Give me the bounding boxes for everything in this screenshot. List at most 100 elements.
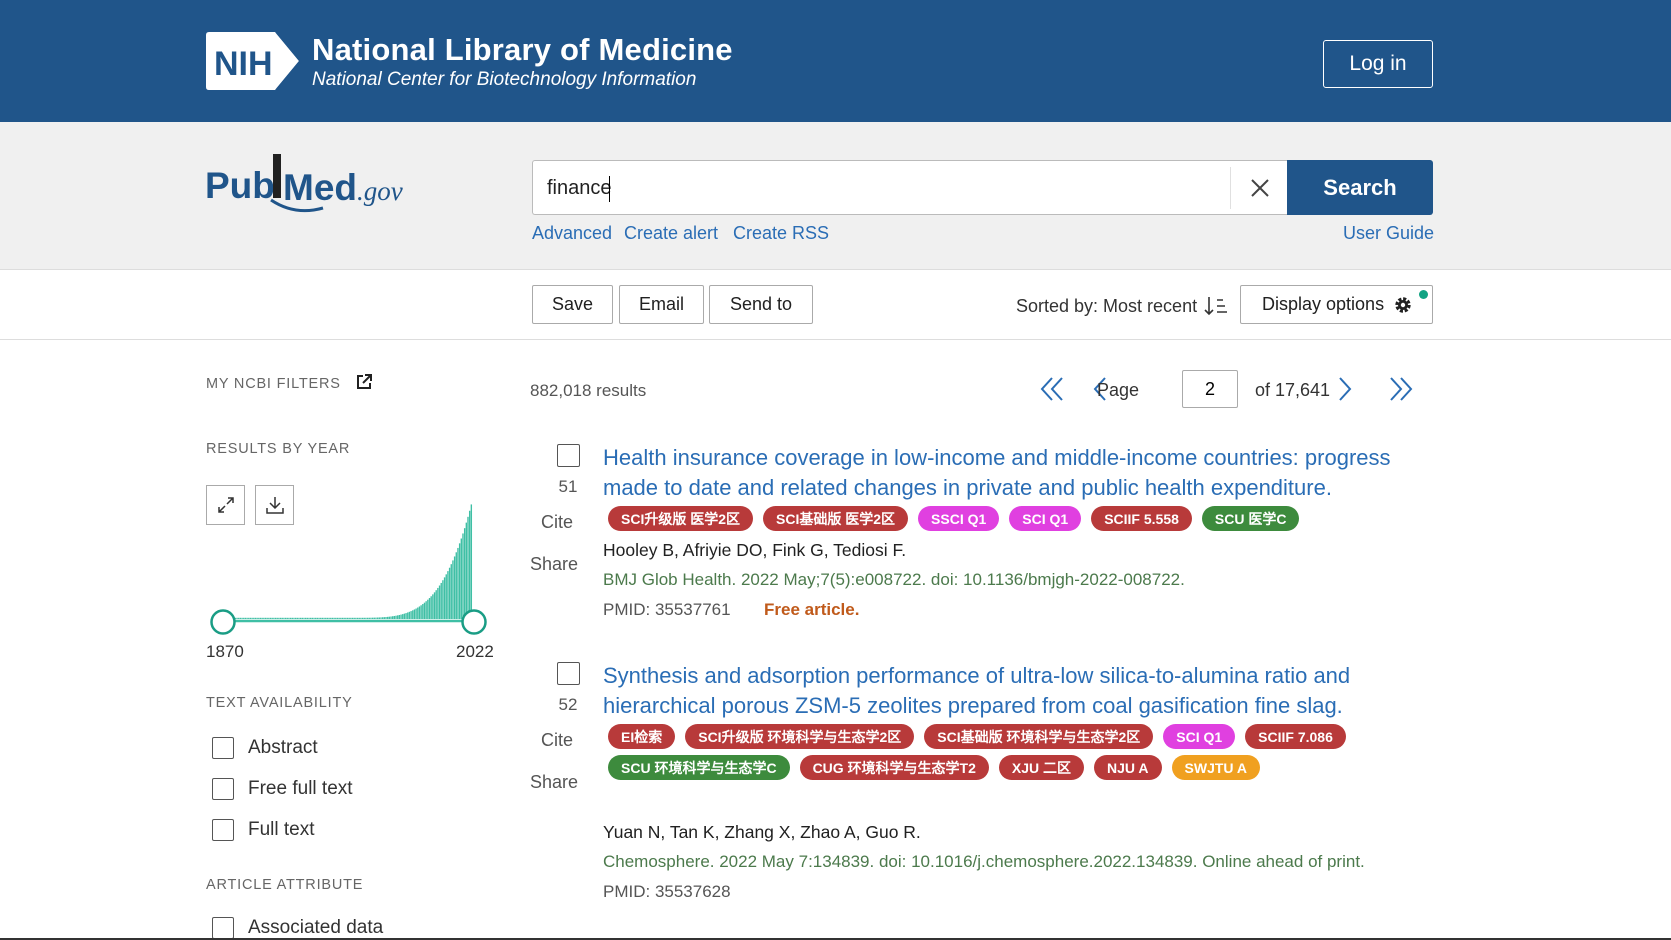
checkbox[interactable]: [212, 737, 234, 759]
login-button[interactable]: Log in: [1323, 40, 1433, 88]
rank-badge: SCU 医学C: [1201, 506, 1300, 531]
rank-badge: SCI基础版 医学2区: [763, 506, 909, 531]
cite-button[interactable]: Cite: [541, 730, 573, 751]
result-authors: Yuan N, Tan K, Zhang X, Zhao A, Guo R.: [603, 822, 921, 842]
rank-badge: SCI升级版 医学2区: [608, 506, 754, 531]
filter-free-full-text[interactable]: Free full text: [212, 778, 353, 800]
checkbox[interactable]: [212, 778, 234, 800]
rank-badge: SCIIF 7.086: [1245, 724, 1346, 749]
nih-logo[interactable]: NIH: [205, 30, 303, 92]
journal-rank-badges: SCI升级版 医学2区 SCI基础版 医学2区 SSCI Q1 SCI Q1 SCIIF…: [608, 506, 1428, 531]
gear-icon: [1395, 296, 1411, 313]
year-start-label: 1870: [206, 642, 244, 661]
search-input[interactable]: [547, 173, 1167, 203]
create-alert-link[interactable]: Create alert: [624, 223, 718, 244]
result-number: 52: [558, 695, 578, 714]
svg-text:Pub: Pub: [205, 165, 275, 206]
clear-search-button[interactable]: [1233, 161, 1287, 214]
histogram-bar: [468, 510, 471, 619]
share-button[interactable]: Share: [530, 772, 578, 793]
create-rss-link[interactable]: Create RSS: [733, 223, 829, 244]
filter-label: Free full text: [248, 778, 353, 799]
text-caret: [609, 176, 610, 202]
filter-full-text[interactable]: Full text: [212, 819, 315, 841]
next-page-button[interactable]: [1330, 370, 1360, 408]
page-label: Page: [1097, 380, 1140, 400]
result-pmid: PMID: 35537628: [603, 882, 731, 901]
histogram-bar: [465, 522, 468, 619]
search-button[interactable]: Search: [1287, 160, 1433, 215]
histogram-bars: [223, 504, 474, 619]
advanced-link[interactable]: Advanced: [532, 223, 612, 244]
page-number-input[interactable]: [1182, 370, 1238, 408]
sort-control[interactable]: Sorted by: Most recent: [1016, 295, 1229, 317]
year-range-slider[interactable]: [206, 608, 496, 638]
free-article-label: Free article.: [764, 600, 860, 619]
notification-dot: [1419, 290, 1428, 299]
title-line: made to date and related changes in priv…: [603, 475, 1332, 500]
close-icon: [1251, 178, 1269, 197]
display-options-button[interactable]: Display options: [1240, 285, 1433, 324]
my-ncbi-filters-label: MY NCBI FILTERS: [206, 376, 341, 392]
chevron-right-icon: [1339, 377, 1352, 401]
rank-badge: SCIIF 5.558: [1091, 506, 1192, 531]
rank-badge: XJU 二区: [998, 755, 1085, 780]
search-box: [532, 160, 1287, 215]
my-ncbi-filters-heading[interactable]: MY NCBI FILTERS: [206, 374, 372, 392]
last-page-button[interactable]: [1381, 370, 1421, 408]
results-by-year-histogram[interactable]: [206, 485, 496, 625]
rank-badge: CUG 环境科学与生态学T2: [799, 755, 989, 780]
save-button[interactable]: Save: [532, 285, 613, 324]
results-count: 882,018 results: [530, 381, 647, 400]
external-link-icon[interactable]: [356, 374, 372, 390]
result-title-link[interactable]: Health insurance coverage in low-income …: [603, 443, 1433, 503]
rank-badge: SCI升级版 环境科学与生态学2区: [685, 724, 915, 749]
page-total: of 17,641: [1255, 380, 1331, 400]
filter-associated-data[interactable]: Associated data: [212, 917, 383, 939]
pubmed-logo[interactable]: Pub Med .gov: [205, 150, 435, 220]
year-end-handle[interactable]: [461, 609, 487, 635]
result-pmid: PMID: 35537761: [603, 600, 731, 619]
ncbi-subtitle: National Center for Biotechnology Inform…: [312, 69, 697, 90]
first-page-button[interactable]: [1032, 370, 1072, 408]
result-journal-citation: BMJ Glob Health. 2022 May;7(5):e008722. …: [603, 570, 1185, 589]
result-authors: Hooley B, Afriyie DO, Fink G, Tediosi F.: [603, 540, 907, 560]
nlm-title[interactable]: National Library of Medicine: [312, 32, 733, 68]
filter-label: Full text: [248, 819, 315, 840]
share-button[interactable]: Share: [530, 554, 578, 575]
result-checkbox[interactable]: [557, 662, 580, 685]
rank-badge: SWJTU A: [1171, 755, 1261, 780]
article-attribute-heading: ARTICLE ATTRIBUTE: [206, 877, 364, 893]
double-chevron-right-icon: [1390, 377, 1413, 401]
result-title-link[interactable]: Synthesis and adsorption performance of …: [603, 661, 1433, 721]
rank-badge: SSCI Q1: [918, 506, 1000, 531]
title-line: Synthesis and adsorption performance of …: [603, 663, 1351, 688]
checkbox[interactable]: [212, 819, 234, 841]
filter-label: Abstract: [248, 737, 318, 758]
checkbox[interactable]: [212, 917, 234, 939]
result-number: 51: [558, 477, 578, 496]
text-availability-heading: TEXT AVAILABILITY: [206, 695, 353, 711]
svg-text:Med: Med: [283, 167, 357, 208]
rank-badge: EI检索: [608, 724, 676, 749]
rank-badge: NJU A: [1094, 755, 1162, 780]
year-start-handle[interactable]: [210, 609, 236, 635]
title-line: Health insurance coverage in low-income …: [603, 445, 1391, 470]
filter-abstract[interactable]: Abstract: [212, 737, 318, 759]
user-guide-link[interactable]: User Guide: [1343, 223, 1434, 244]
email-button[interactable]: Email: [619, 285, 704, 324]
send-to-button[interactable]: Send to: [709, 285, 813, 324]
result-checkbox[interactable]: [557, 444, 580, 467]
histogram-bar: [467, 516, 469, 619]
display-options-label: Display options: [1262, 294, 1385, 314]
year-end-label: 2022: [456, 642, 494, 661]
cite-button[interactable]: Cite: [541, 512, 573, 533]
rank-badge: SCU 环境科学与生态学C: [608, 755, 790, 780]
histogram-bar: [460, 538, 462, 619]
histogram-bar: [462, 533, 464, 619]
rank-badge: SCI基础版 环境科学与生态学2区: [924, 724, 1154, 749]
histogram-bar: [470, 504, 473, 619]
svg-text:NIH: NIH: [214, 45, 273, 83]
sort-label: Sorted by: Most recent: [1016, 295, 1198, 316]
result-journal-citation: Chemosphere. 2022 May 7:134839. doi: 10.…: [603, 852, 1365, 871]
